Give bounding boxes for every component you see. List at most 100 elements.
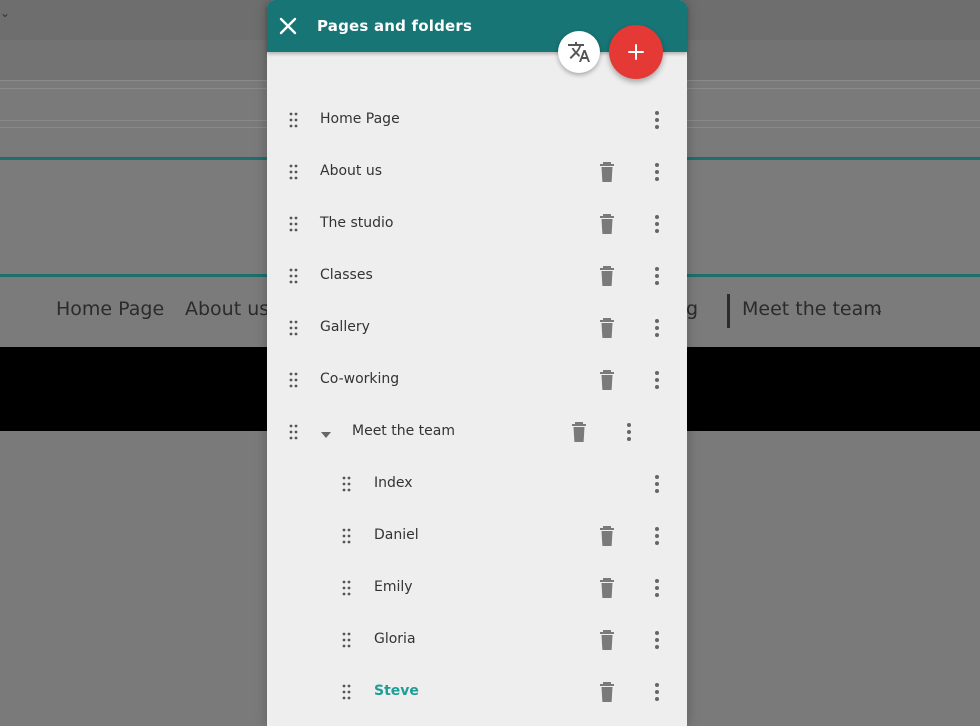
drag-handle-icon	[289, 320, 298, 336]
trash-icon	[600, 630, 614, 650]
background-nav-about: About us	[185, 298, 270, 320]
more-options-button[interactable]	[651, 577, 663, 599]
drag-handle[interactable]	[288, 109, 300, 131]
background-chevron-icon: ⌄	[0, 6, 11, 20]
drag-handle-icon	[342, 580, 351, 596]
page-label[interactable]: About us	[320, 163, 382, 179]
more-vert-icon	[655, 267, 659, 285]
page-row[interactable]: Gallery	[267, 302, 687, 354]
drag-handle[interactable]	[341, 629, 353, 651]
drag-handle-icon	[289, 424, 298, 440]
drag-handle[interactable]	[288, 369, 300, 391]
page-row[interactable]: Daniel	[267, 510, 687, 562]
drag-handle[interactable]	[288, 421, 300, 443]
delete-button[interactable]	[598, 265, 616, 287]
more-vert-icon	[655, 527, 659, 545]
pages-and-folders-dialog: Pages and folders Home Page About us The s…	[267, 0, 687, 726]
translate-button[interactable]	[558, 31, 600, 73]
more-options-button[interactable]	[651, 525, 663, 547]
caret-down-icon	[321, 432, 331, 438]
delete-button[interactable]	[598, 525, 616, 547]
page-label[interactable]: Classes	[320, 267, 373, 283]
more-options-button[interactable]	[651, 213, 663, 235]
trash-icon	[600, 578, 614, 598]
delete-button[interactable]	[570, 421, 588, 443]
background-nav-chevron-icon: ⌄	[873, 303, 884, 318]
more-vert-icon	[655, 371, 659, 389]
folder-toggle[interactable]	[320, 427, 332, 438]
drag-handle[interactable]	[288, 317, 300, 339]
drag-handle[interactable]	[341, 577, 353, 599]
delete-button[interactable]	[598, 369, 616, 391]
drag-handle-icon	[342, 476, 351, 492]
page-row[interactable]: Gloria	[267, 614, 687, 666]
more-vert-icon	[627, 423, 631, 441]
page-row[interactable]: The studio	[267, 198, 687, 250]
delete-button[interactable]	[598, 161, 616, 183]
trash-icon	[600, 370, 614, 390]
drag-handle[interactable]	[288, 161, 300, 183]
page-label[interactable]: Emily	[374, 579, 413, 595]
more-options-button[interactable]	[651, 473, 663, 495]
page-row[interactable]: Emily	[267, 562, 687, 614]
trash-icon	[600, 526, 614, 546]
drag-handle[interactable]	[288, 213, 300, 235]
plus-icon	[628, 44, 644, 60]
more-options-button[interactable]	[651, 317, 663, 339]
more-options-button[interactable]	[623, 421, 635, 443]
delete-button[interactable]	[598, 577, 616, 599]
more-vert-icon	[655, 319, 659, 337]
more-vert-icon	[655, 215, 659, 233]
page-row[interactable]: About us	[267, 146, 687, 198]
more-options-button[interactable]	[651, 629, 663, 651]
trash-icon	[600, 214, 614, 234]
drag-handle-icon	[342, 632, 351, 648]
drag-handle[interactable]	[341, 681, 353, 703]
more-options-button[interactable]	[651, 161, 663, 183]
delete-button[interactable]	[598, 681, 616, 703]
drag-handle-icon	[289, 268, 298, 284]
folder-row[interactable]: Meet the team	[267, 406, 687, 458]
drag-handle[interactable]	[341, 473, 353, 495]
page-row[interactable]: Index	[267, 458, 687, 510]
more-vert-icon	[655, 631, 659, 649]
page-label[interactable]: Meet the team	[352, 423, 455, 439]
more-options-button[interactable]	[651, 369, 663, 391]
drag-handle-icon	[342, 684, 351, 700]
delete-button[interactable]	[598, 213, 616, 235]
page-label[interactable]: Gloria	[374, 631, 416, 647]
more-options-button[interactable]	[651, 681, 663, 703]
add-page-button[interactable]	[609, 25, 663, 79]
drag-handle[interactable]	[341, 525, 353, 547]
page-label[interactable]: Steve	[374, 683, 419, 699]
more-vert-icon	[655, 163, 659, 181]
more-vert-icon	[655, 683, 659, 701]
page-row[interactable]: Home Page	[267, 94, 687, 146]
page-label[interactable]: Gallery	[320, 319, 370, 335]
trash-icon	[600, 266, 614, 286]
trash-icon	[600, 682, 614, 702]
trash-icon	[572, 422, 586, 442]
more-options-button[interactable]	[651, 109, 663, 131]
close-button[interactable]	[277, 14, 299, 38]
page-row[interactable]: Steve	[267, 666, 687, 718]
delete-button[interactable]	[598, 629, 616, 651]
drag-handle-icon	[289, 372, 298, 388]
more-vert-icon	[655, 579, 659, 597]
drag-handle-icon	[342, 528, 351, 544]
page-label[interactable]: Index	[374, 475, 413, 491]
dialog-title: Pages and folders	[317, 17, 473, 35]
more-options-button[interactable]	[651, 265, 663, 287]
page-row[interactable]: Classes	[267, 250, 687, 302]
delete-button[interactable]	[598, 317, 616, 339]
background-nav-meet-the-team: Meet the team	[742, 298, 882, 320]
page-label[interactable]: Co-working	[320, 371, 399, 387]
page-label[interactable]: The studio	[320, 215, 394, 231]
drag-handle-icon	[289, 112, 298, 128]
page-row[interactable]: Co-working	[267, 354, 687, 406]
background-nav-home: Home Page	[56, 298, 165, 320]
drag-handle[interactable]	[288, 265, 300, 287]
drag-handle-icon	[289, 164, 298, 180]
page-label[interactable]: Daniel	[374, 527, 419, 543]
page-label[interactable]: Home Page	[320, 111, 400, 127]
